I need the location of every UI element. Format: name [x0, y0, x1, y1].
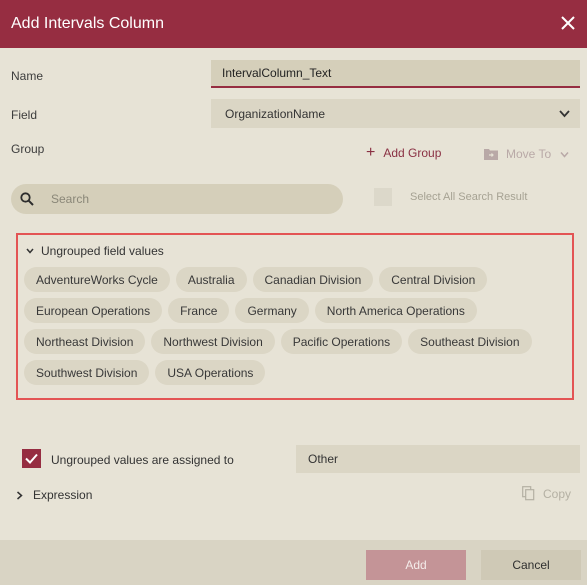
value-chip[interactable]: Northeast Division	[24, 329, 146, 354]
dialog-body: Name Field OrganizationName Group + Add …	[0, 48, 587, 540]
value-chip[interactable]: Australia	[175, 267, 247, 292]
add-button[interactable]: Add	[366, 550, 466, 580]
field-label: Field	[11, 108, 38, 122]
plus-icon: +	[366, 144, 376, 161]
value-chip[interactable]: European Operations	[24, 298, 163, 323]
move-to-label: Move To	[506, 147, 552, 161]
copy-button[interactable]: Copy	[522, 486, 571, 501]
chip-row: Northeast Division Northwest Division Pa…	[24, 329, 564, 354]
ungrouped-header-label: Ungrouped field values	[41, 244, 164, 258]
dialog-footer: Add Cancel	[0, 540, 587, 585]
cancel-button[interactable]: Cancel	[481, 550, 581, 580]
chevron-down-icon	[560, 151, 569, 158]
add-group-label: Add Group	[383, 146, 442, 160]
field-dropdown-value: OrganizationName	[225, 106, 326, 121]
value-chip[interactable]: Northwest Division	[151, 329, 275, 354]
move-to-button[interactable]: Move To	[484, 147, 577, 161]
group-label: Group	[11, 142, 45, 156]
select-all-label: Select All Search Result	[410, 191, 528, 203]
ungrouped-header[interactable]: Ungrouped field values	[26, 244, 164, 258]
chip-row: AdventureWorks Cycle Australia Canadian …	[24, 267, 564, 292]
copy-icon	[522, 486, 535, 501]
chip-row: European Operations France Germany North…	[24, 298, 564, 323]
chevron-down-icon	[26, 248, 34, 254]
dialog-titlebar: Add Intervals Column	[0, 0, 587, 48]
select-all-checkbox[interactable]	[374, 188, 392, 206]
search-icon	[20, 192, 34, 206]
value-chip[interactable]: AdventureWorks Cycle	[24, 267, 170, 292]
copy-label: Copy	[543, 486, 572, 501]
value-chip[interactable]: Southwest Division	[24, 360, 150, 385]
select-all-search-result[interactable]: Select All Search Result	[374, 188, 527, 206]
ungrouped-chip-list: AdventureWorks Cycle Australia Canadian …	[24, 267, 564, 391]
value-chip[interactable]: Central Division	[379, 267, 488, 292]
check-icon	[25, 453, 38, 464]
assign-ungrouped-label: Ungrouped values are assigned to	[51, 453, 234, 467]
chevron-down-icon	[559, 110, 570, 118]
name-input[interactable]	[211, 60, 580, 88]
value-chip[interactable]: Germany	[235, 298, 309, 323]
value-chip[interactable]: Southeast Division	[408, 329, 532, 354]
search-input[interactable]	[51, 184, 336, 214]
close-icon[interactable]	[558, 13, 578, 33]
expression-label: Expression	[33, 488, 93, 502]
field-dropdown[interactable]: OrganizationName	[211, 99, 580, 128]
chip-row: Southwest Division USA Operations	[24, 360, 564, 385]
value-chip[interactable]: Pacific Operations	[280, 329, 403, 354]
ungrouped-values-panel: Ungrouped field values AdventureWorks Cy…	[16, 233, 574, 400]
chevron-right-icon	[17, 490, 23, 500]
name-label: Name	[11, 69, 44, 83]
ungrouped-target-input[interactable]	[296, 445, 580, 473]
dialog-title: Add Intervals Column	[11, 15, 164, 32]
folder-move-icon	[484, 149, 498, 160]
assign-ungrouped-checkbox[interactable]	[22, 449, 41, 468]
value-chip[interactable]: North America Operations	[314, 298, 477, 323]
add-group-button[interactable]: + Add Group	[366, 144, 442, 161]
value-chip[interactable]: France	[168, 298, 230, 323]
search-box	[11, 184, 343, 214]
expression-toggle[interactable]: Expression	[16, 488, 92, 502]
value-chip[interactable]: USA Operations	[155, 360, 266, 385]
value-chip[interactable]: Canadian Division	[252, 267, 374, 292]
